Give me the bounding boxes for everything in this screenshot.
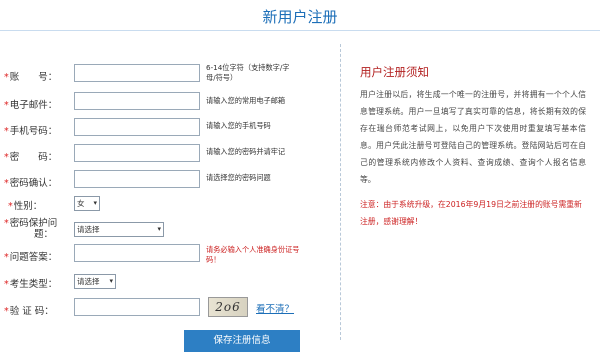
confirm-hint: 请选择您的密码问题	[206, 173, 271, 182]
notice-body: 用户注册以后，将生成一个唯一的注册号，并将拥有一个个人信息管理系统。用户一旦填写…	[360, 90, 586, 184]
password-label: *密 码：	[4, 149, 57, 163]
required-marker: *	[4, 218, 9, 229]
phone-label-text: 手机号码：	[9, 126, 58, 137]
captcha-label: *验 证 码：	[4, 303, 54, 317]
confirm-label-text: 密码确认：	[9, 178, 58, 189]
refresh-captcha-link[interactable]: 看不清？	[256, 301, 294, 315]
captcha-label-text: 验 证 码：	[9, 306, 54, 317]
gender-select[interactable]: 女 ▾	[74, 196, 100, 211]
security-question-label-line1: 密码保护问	[9, 218, 58, 229]
answer-input[interactable]	[74, 244, 200, 262]
security-question-select-value: 请选择	[77, 225, 100, 234]
password-hint: 请输入您的密码并请牢记	[206, 147, 286, 156]
gender-select-value: 女	[77, 199, 85, 208]
password-input[interactable]	[74, 144, 200, 162]
email-input[interactable]	[74, 92, 200, 110]
confirm-password-input[interactable]	[74, 170, 200, 188]
candidate-type-select[interactable]: 请选择 ▾	[74, 274, 116, 289]
email-label-text: 电子邮件：	[9, 100, 58, 111]
required-marker: *	[4, 252, 9, 263]
account-input[interactable]	[74, 64, 200, 82]
email-label: *电子邮件：	[4, 97, 57, 111]
notice-title: 用户注册须知	[360, 65, 429, 79]
phone-input[interactable]	[74, 118, 200, 136]
candidate-type-label-text: 考生类型：	[9, 279, 58, 290]
answer-label-text: 问题答案：	[9, 252, 58, 263]
answer-hint: 请务必输入个人准确身份证号码！	[206, 245, 300, 264]
confirm-label: *密码确认：	[4, 175, 57, 189]
section-divider	[340, 44, 341, 340]
required-marker: *	[4, 72, 9, 83]
required-marker: *	[4, 178, 9, 189]
gender-label: *性别：	[8, 198, 42, 212]
chevron-down-icon: ▾	[109, 277, 113, 285]
candidate-type-label: *考生类型：	[4, 276, 57, 290]
registration-form: *账 号： 6-14位字符（支持数字/字母/符号） *电子邮件： 请输入您的常用…	[0, 30, 330, 356]
phone-hint: 请输入您的手机号码	[206, 121, 271, 130]
security-question-select[interactable]: 请选择 ▾	[74, 222, 164, 237]
security-question-label: *密码保护问 题：	[4, 218, 57, 240]
gender-label-text: 性别：	[13, 201, 43, 212]
password-label-text: 密 码：	[9, 152, 58, 163]
phone-label: *手机号码：	[4, 123, 57, 137]
account-label-text: 账 号：	[9, 72, 58, 83]
account-hint: 6-14位字符（支持数字/字母/符号）	[206, 63, 290, 82]
captcha-image[interactable]: 2o6	[208, 297, 248, 317]
email-hint: 请输入您的常用电子邮箱	[206, 96, 286, 105]
required-marker: *	[4, 126, 9, 137]
notice-warning: 注意：由于系统升级，在2016年9月19日之前注册的账号需重新注册，感谢理解！	[360, 200, 582, 226]
required-marker: *	[4, 100, 9, 111]
required-marker: *	[4, 306, 9, 317]
required-marker: *	[4, 279, 9, 290]
save-registration-button[interactable]: 保存注册信息	[184, 330, 300, 352]
chevron-down-icon: ▾	[157, 225, 161, 233]
answer-label: *问题答案：	[4, 249, 57, 263]
security-question-label-line2: 题：	[34, 229, 54, 240]
page-title: 新用户注册	[262, 8, 338, 26]
captcha-input[interactable]	[74, 298, 200, 316]
required-marker: *	[4, 152, 9, 163]
candidate-type-select-value: 请选择	[77, 277, 100, 286]
required-marker: *	[8, 201, 13, 212]
registration-notice: 用户注册须知 用户注册以后，将生成一个唯一的注册号，并将拥有一个个人信息管理系统…	[360, 64, 586, 230]
account-label: *账 号：	[4, 69, 57, 83]
chevron-down-icon: ▾	[93, 199, 97, 207]
